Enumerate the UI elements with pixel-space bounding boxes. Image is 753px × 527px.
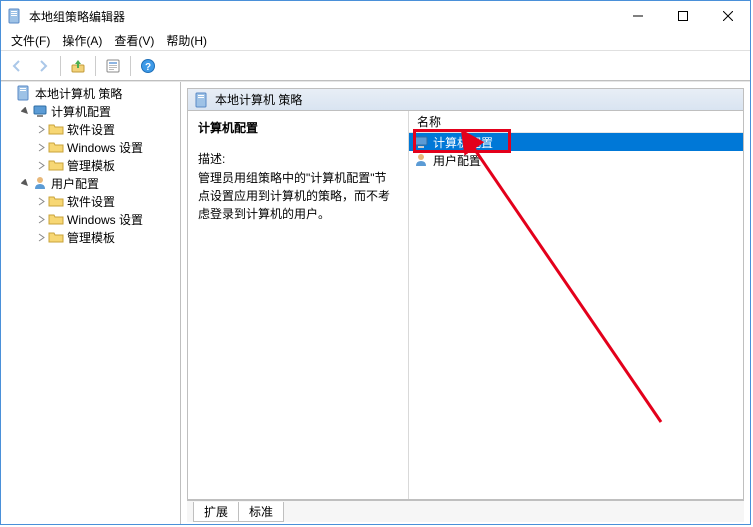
tree-label: 管理模板: [67, 229, 115, 246]
tree-label: 软件设置: [67, 193, 115, 210]
tree-computer-config[interactable]: 计算机配置: [19, 102, 180, 120]
list-item-label: 计算机配置: [433, 134, 493, 151]
svg-text:?: ?: [145, 62, 151, 73]
menu-file[interactable]: 文件(F): [5, 32, 56, 49]
list-item-label: 用户配置: [433, 152, 481, 169]
tree-label: 管理模板: [67, 157, 115, 174]
close-button[interactable]: [705, 1, 750, 31]
up-button[interactable]: [66, 54, 90, 78]
chevron-down-icon[interactable]: [19, 105, 31, 117]
app-icon: [7, 8, 23, 24]
tree-software-settings[interactable]: 软件设置: [35, 120, 180, 138]
tree-user-config[interactable]: 用户配置: [19, 174, 180, 192]
menu-action[interactable]: 操作(A): [56, 32, 108, 49]
policy-icon: [16, 85, 32, 101]
content-pane: 本地计算机 策略 计算机配置 描述: 管理员用组策略中的"计算机配置"节点设置应…: [181, 82, 750, 524]
toolbar-separator: [130, 56, 131, 76]
chevron-down-icon[interactable]: [19, 177, 31, 189]
tree-pane[interactable]: 本地计算机 策略 计算机配置: [1, 82, 181, 524]
folder-icon: [48, 121, 64, 137]
tree-label: Windows 设置: [67, 211, 143, 228]
tree-software-settings[interactable]: 软件设置: [35, 192, 180, 210]
chevron-right-icon[interactable]: [35, 159, 47, 171]
tree-windows-settings[interactable]: Windows 设置: [35, 138, 180, 156]
app-window: 本地组策略编辑器 文件(F) 操作(A) 查看(V) 帮助(H) ?: [0, 0, 751, 525]
section-title: 计算机配置: [198, 119, 398, 136]
menubar: 文件(F) 操作(A) 查看(V) 帮助(H): [1, 31, 750, 51]
tree-root[interactable]: 本地计算机 策略: [3, 84, 180, 102]
tree-windows-settings[interactable]: Windows 设置: [35, 210, 180, 228]
user-icon: [413, 152, 429, 168]
column-header-name[interactable]: 名称: [409, 111, 743, 133]
toolbar-separator: [95, 56, 96, 76]
folder-icon: [48, 211, 64, 227]
description-text: 管理员用组策略中的"计算机配置"节点设置应用到计算机的策略，而不考虑登录到计算机…: [198, 169, 398, 223]
toolbar-separator: [60, 56, 61, 76]
chevron-right-icon[interactable]: [35, 195, 47, 207]
tab-extended[interactable]: 扩展: [193, 502, 239, 522]
tree-admin-templates[interactable]: 管理模板: [35, 228, 180, 246]
folder-icon: [48, 229, 64, 245]
folder-icon: [48, 139, 64, 155]
back-button[interactable]: [5, 54, 29, 78]
content-header-title: 本地计算机 策略: [215, 91, 302, 108]
bottom-tabs: 扩展 标准: [187, 500, 744, 522]
window-title: 本地组策略编辑器: [29, 8, 615, 25]
content-header: 本地计算机 策略: [188, 89, 743, 111]
chevron-right-icon[interactable]: [35, 123, 47, 135]
minimize-button[interactable]: [615, 1, 660, 31]
list-column: 名称 计算机配置 用户配置: [409, 111, 743, 499]
forward-button[interactable]: [31, 54, 55, 78]
tree-label: Windows 设置: [67, 139, 143, 156]
policy-icon: [194, 92, 210, 108]
tree-label: 软件设置: [67, 121, 115, 138]
list-item-computer-config[interactable]: 计算机配置: [409, 133, 743, 151]
chevron-right-icon[interactable]: [35, 213, 47, 225]
tab-standard[interactable]: 标准: [238, 502, 284, 522]
chevron-right-icon[interactable]: [35, 141, 47, 153]
folder-icon: [48, 157, 64, 173]
tree-label: 计算机配置: [51, 103, 111, 120]
tree-label: 本地计算机 策略: [35, 85, 122, 102]
titlebar: 本地组策略编辑器: [1, 1, 750, 31]
chevron-down-icon[interactable]: [3, 87, 15, 99]
maximize-button[interactable]: [660, 1, 705, 31]
folder-icon: [48, 193, 64, 209]
toolbar: ?: [1, 51, 750, 81]
main-body: 本地计算机 策略 计算机配置: [1, 81, 750, 524]
description-column: 计算机配置 描述: 管理员用组策略中的"计算机配置"节点设置应用到计算机的策略，…: [188, 111, 408, 499]
help-button[interactable]: ?: [136, 54, 160, 78]
menu-view[interactable]: 查看(V): [108, 32, 160, 49]
description-label: 描述:: [198, 150, 398, 167]
properties-button[interactable]: [101, 54, 125, 78]
tree-admin-templates[interactable]: 管理模板: [35, 156, 180, 174]
chevron-right-icon[interactable]: [35, 231, 47, 243]
computer-icon: [413, 134, 429, 150]
computer-icon: [32, 103, 48, 119]
user-icon: [32, 175, 48, 191]
menu-help[interactable]: 帮助(H): [160, 32, 213, 49]
tree-label: 用户配置: [51, 175, 99, 192]
list-item-user-config[interactable]: 用户配置: [409, 151, 743, 169]
